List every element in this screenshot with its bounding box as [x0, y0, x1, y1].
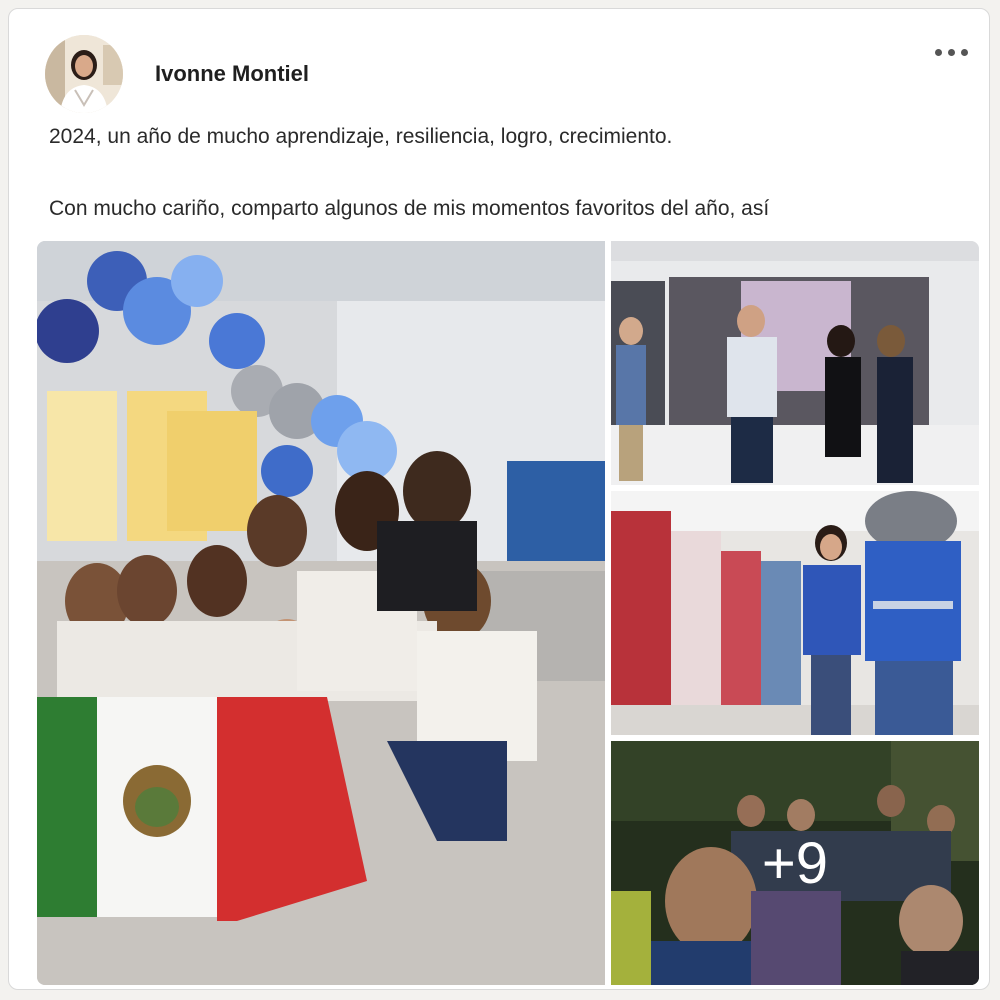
post-card: Ivonne Montiel 2024, un año de mucho apr… — [8, 8, 990, 990]
author-name[interactable]: Ivonne Montiel — [155, 61, 309, 87]
more-photos-count[interactable]: +9 — [611, 741, 979, 985]
more-horizontal-icon-dot — [947, 48, 955, 56]
photo-office-meeting[interactable] — [611, 241, 979, 485]
photo-group-flag[interactable] — [37, 241, 605, 985]
more-options-button[interactable] — [927, 39, 975, 65]
more-horizontal-icon-dot — [960, 48, 968, 56]
post-text-line-1: 2024, un año de mucho aprendizaje, resil… — [49, 125, 673, 148]
photo-grid: +9 — [37, 241, 979, 985]
post-text-line-2: Con mucho cariño, comparto algunos de mi… — [49, 197, 770, 220]
more-horizontal-icon — [934, 48, 942, 56]
photo-store-mascot[interactable] — [611, 491, 979, 735]
author-avatar[interactable] — [45, 35, 123, 113]
photo-forest-group[interactable]: +9 — [611, 741, 979, 985]
